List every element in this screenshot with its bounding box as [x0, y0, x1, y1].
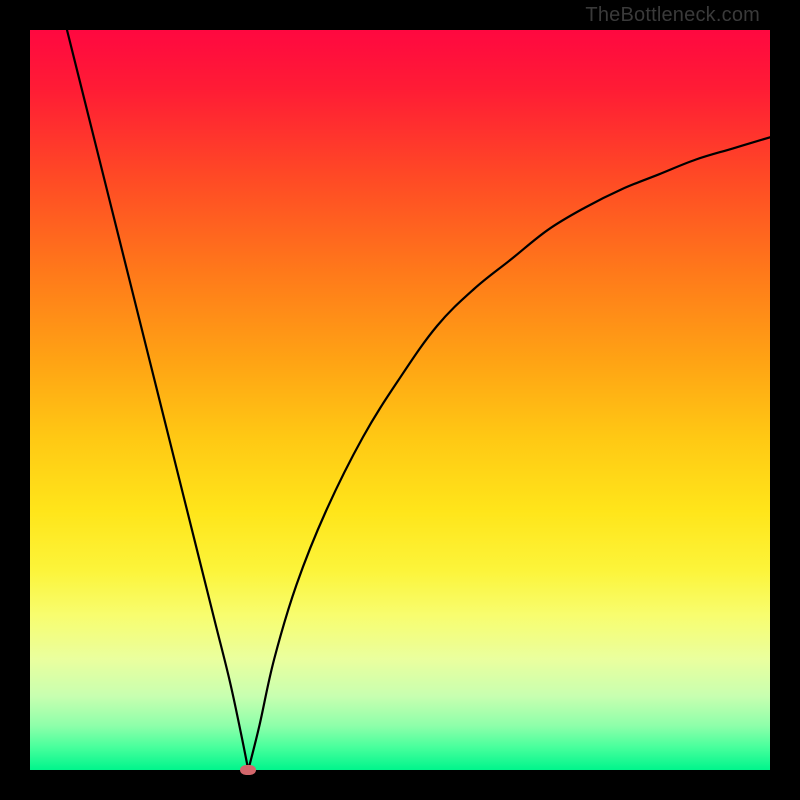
curve-layer — [30, 30, 770, 770]
chart-container: TheBottleneck.com — [0, 0, 800, 800]
curve-left-branch — [67, 30, 248, 770]
plot-area — [30, 30, 770, 770]
watermark-text: TheBottleneck.com — [585, 4, 760, 27]
optimum-marker — [240, 765, 256, 775]
curve-right-branch — [248, 137, 770, 770]
